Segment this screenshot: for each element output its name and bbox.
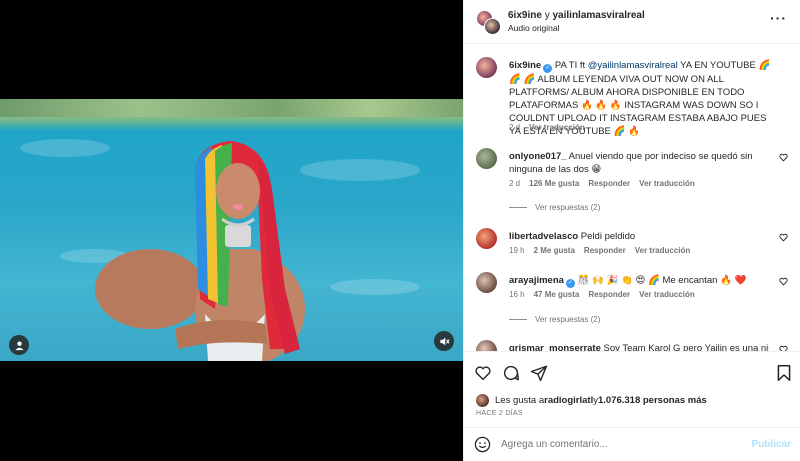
- replies-divider: [509, 319, 527, 320]
- collab-avatars[interactable]: [476, 9, 501, 35]
- verified-badge-icon: ✓: [565, 279, 575, 288]
- comment-body: Soy Team Karol G pero Yailin es una niña: [600, 343, 769, 351]
- video-subject: [95, 141, 305, 361]
- reply-button[interactable]: Responder: [588, 290, 630, 299]
- timestamp[interactable]: 2 d: [509, 123, 520, 132]
- timestamp[interactable]: 2 d: [509, 179, 520, 188]
- audio-link[interactable]: Audio original: [508, 23, 645, 33]
- muted-speaker-icon: [439, 337, 449, 345]
- avatar[interactable]: [476, 340, 497, 351]
- post-authors: 6ix9ine y yailinlamasviralreal: [508, 10, 645, 21]
- heart-icon[interactable]: [779, 153, 788, 162]
- replies-divider: [509, 207, 527, 208]
- likes-count[interactable]: 126 Me gusta: [529, 179, 579, 188]
- author-link[interactable]: 6ix9ine: [508, 10, 542, 21]
- post-button[interactable]: Publicar: [752, 439, 791, 450]
- comments-list[interactable]: 6ix9ine ✓ PA TI ft @yailinlamasviralreal …: [464, 45, 800, 351]
- caption-body: PA TI ft: [552, 60, 588, 71]
- avatar[interactable]: [476, 57, 497, 78]
- heart-icon[interactable]: [474, 364, 492, 382]
- mention-link[interactable]: @yailinlamasviralreal: [588, 60, 678, 71]
- post-media[interactable]: [0, 0, 463, 461]
- collaborator-link[interactable]: yailinlamasviralreal: [552, 10, 644, 21]
- likes-count[interactable]: 47 Me gusta: [534, 290, 580, 299]
- comment: libertadvelasco Peldi peldido 19 h 2 Me g…: [476, 228, 796, 262]
- comment-text: arayajimena ✓ 🎊 🙌 🎉 👏 😍 🌈 Me encantan 🔥 ❤…: [509, 274, 764, 288]
- comment-meta: 16 h 47 Me gusta Responder Ver traducción: [509, 290, 704, 299]
- heart-icon[interactable]: [779, 233, 788, 242]
- likes-count[interactable]: 2 Me gusta: [534, 246, 575, 255]
- likes-count[interactable]: 1.076.318 personas más: [598, 395, 707, 406]
- view-replies-label: Ver respuestas (2): [535, 315, 601, 324]
- timestamp[interactable]: 19 h: [509, 246, 525, 255]
- heart-icon[interactable]: [779, 277, 788, 286]
- emoji-icon[interactable]: [474, 436, 491, 453]
- translate-link[interactable]: Ver traducción: [639, 290, 695, 299]
- avatar[interactable]: [476, 148, 497, 169]
- likes-summary[interactable]: Les gusta a radiogirlatl y 1.076.318 per…: [476, 394, 707, 407]
- comment-input[interactable]: [501, 439, 731, 450]
- comment-body: 🎊 🙌 🎉 👏 😍 🌈 Me encantan 🔥 ❤️: [574, 275, 747, 286]
- comment-username[interactable]: grismar_monserrate: [509, 343, 601, 351]
- user-tag-button[interactable]: [9, 335, 29, 355]
- post-header: 6ix9ine y yailinlamasviralreal Audio ori…: [464, 0, 800, 44]
- comment-body: Peldi peldido: [578, 231, 636, 242]
- view-replies-button[interactable]: Ver respuestas (2): [509, 203, 600, 212]
- post-actions: Les gusta a radiogirlatl y 1.076.318 per…: [464, 351, 800, 427]
- view-replies-label: Ver respuestas (2): [535, 203, 601, 212]
- reply-button[interactable]: Responder: [588, 179, 630, 188]
- author-connector: y: [541, 10, 553, 21]
- mute-button[interactable]: [434, 331, 454, 351]
- comment-meta: 2 d 126 Me gusta Responder Ver traducción: [509, 179, 704, 188]
- comment-username[interactable]: arayajimena: [509, 275, 564, 286]
- comment-text: onlyone017_ Anuel viendo que por indecis…: [509, 150, 764, 176]
- timestamp[interactable]: 16 h: [509, 290, 525, 299]
- caption-username[interactable]: 6ix9ine: [509, 60, 541, 71]
- comment-username[interactable]: onlyone017_: [509, 151, 567, 162]
- likes-prefix: Les gusta a: [495, 395, 545, 406]
- post-date[interactable]: HACE 2 DÍAS: [476, 410, 523, 417]
- bookmark-icon[interactable]: [776, 364, 792, 382]
- video-frame[interactable]: [0, 99, 463, 361]
- comment-text: libertadvelasco Peldi peldido: [509, 230, 764, 243]
- more-options-icon[interactable]: ···: [770, 11, 787, 25]
- comment-text: grismar_monserrate Soy Team Karol G pero…: [509, 342, 769, 351]
- comment: onlyone017_ Anuel viendo que por indecis…: [476, 148, 796, 208]
- translate-link[interactable]: Ver traducción: [639, 179, 695, 188]
- avatar[interactable]: [484, 17, 501, 35]
- share-icon[interactable]: [530, 364, 548, 382]
- caption-meta: 2 d Ver traducción: [509, 123, 594, 132]
- comment: grismar_monserrate Soy Team Karol G pero…: [476, 340, 796, 351]
- liker-username[interactable]: radiogirlatl: [544, 395, 593, 406]
- verified-badge-icon: ✓: [543, 64, 553, 73]
- comment-meta: 19 h 2 Me gusta Responder Ver traducción: [509, 246, 699, 255]
- view-replies-button[interactable]: Ver respuestas (2): [509, 315, 600, 324]
- avatar[interactable]: [476, 394, 489, 407]
- avatar[interactable]: [476, 272, 497, 293]
- avatar[interactable]: [476, 228, 497, 249]
- comment-composer: Publicar: [464, 427, 800, 461]
- translate-link[interactable]: Ver traducción: [635, 246, 691, 255]
- reply-button[interactable]: Responder: [584, 246, 626, 255]
- post-panel: 6ix9ine y yailinlamasviralreal Audio ori…: [463, 0, 800, 461]
- comment-username[interactable]: libertadvelasco: [509, 231, 578, 242]
- translate-link[interactable]: Ver traducción: [529, 123, 585, 132]
- comment: arayajimena ✓ 🎊 🙌 🎉 👏 😍 🌈 Me encantan 🔥 ❤…: [476, 272, 796, 306]
- comment-icon[interactable]: [502, 364, 520, 382]
- caption: 6ix9ine ✓ PA TI ft @yailinlamasviralreal …: [476, 57, 796, 142]
- user-icon: [14, 340, 24, 350]
